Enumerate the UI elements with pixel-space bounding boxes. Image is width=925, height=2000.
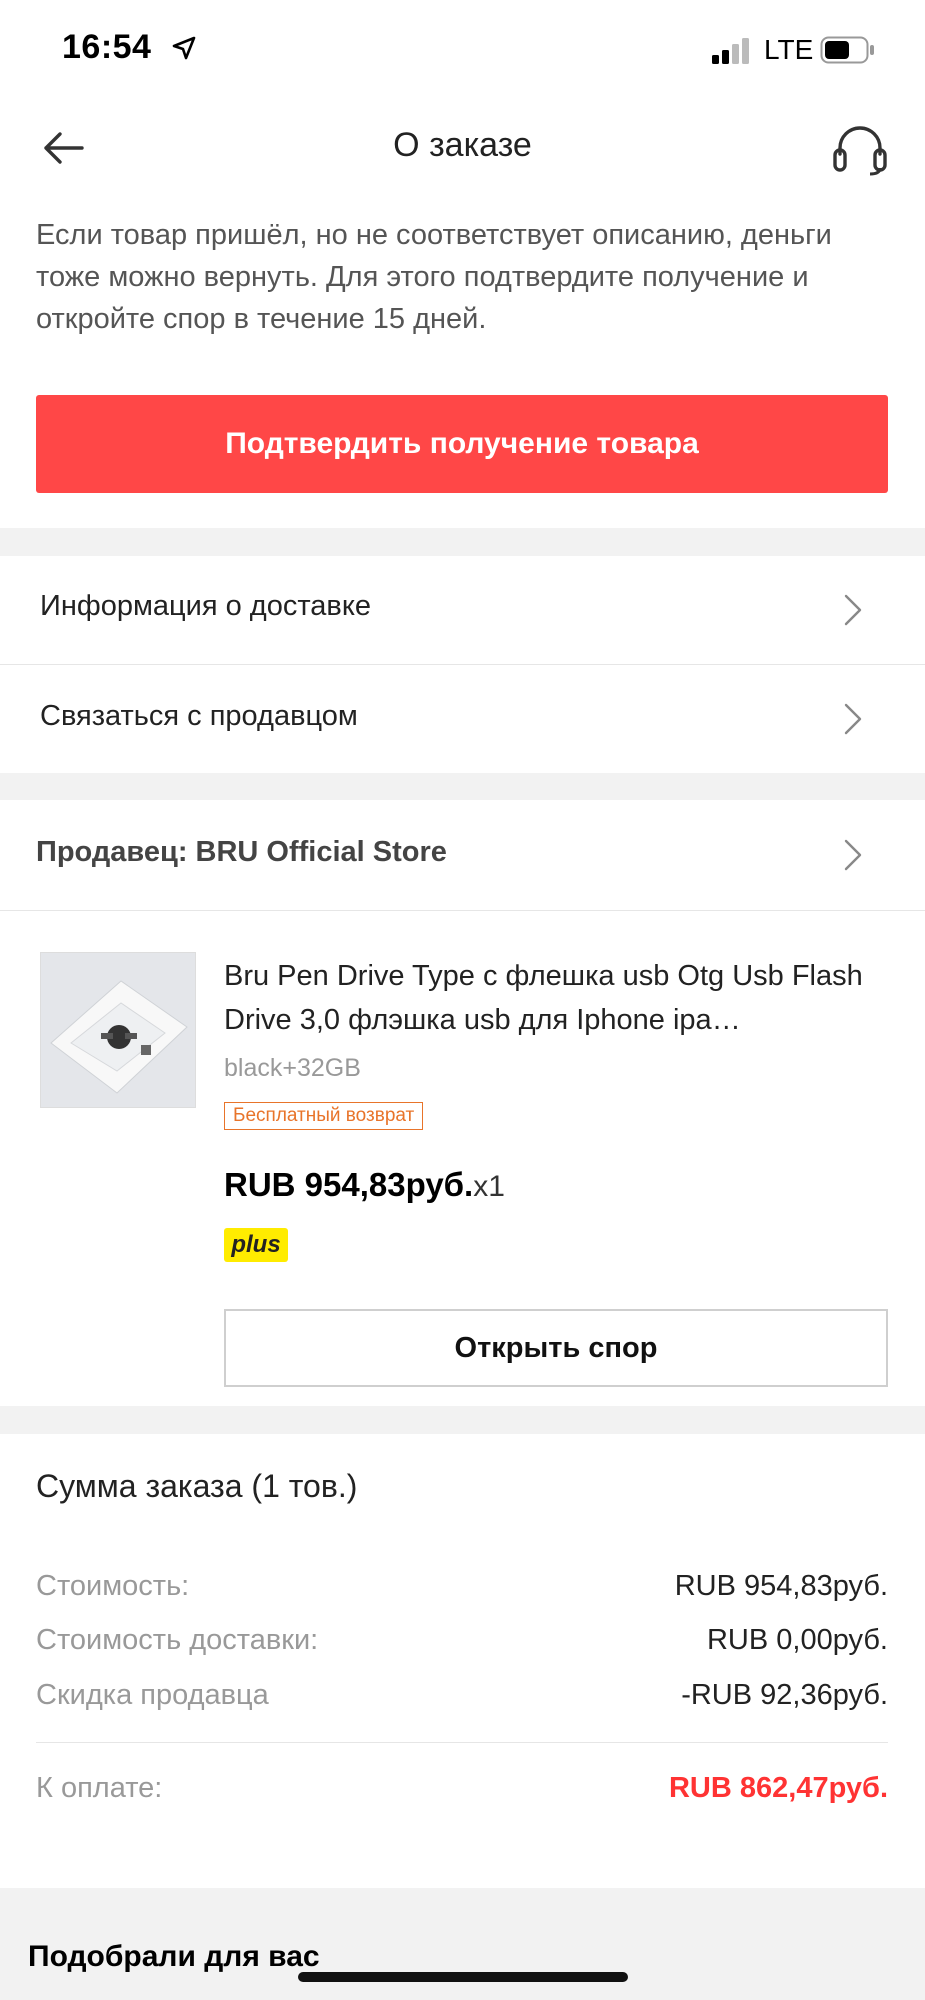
- chevron-right-icon: [844, 703, 862, 735]
- return-notice-text: Если товар пришёл, но не соответствует о…: [36, 219, 832, 335]
- network-type: LTE: [764, 34, 814, 65]
- delivery-info-label: Информация о доставке: [40, 590, 371, 622]
- location-arrow-icon: [172, 36, 196, 60]
- cost-value: RUB 954,83руб.: [674, 1570, 888, 1602]
- plus-badge: plus: [224, 1228, 288, 1262]
- chevron-right-icon: [844, 594, 862, 626]
- product-image[interactable]: [40, 952, 196, 1108]
- price-value: RUB 954,83руб.: [224, 1166, 474, 1203]
- seller-discount-label: Скидка продавца: [36, 1679, 269, 1711]
- divider: [36, 1742, 888, 1743]
- cost-label: Стоимость:: [36, 1570, 190, 1602]
- confirm-receipt-button[interactable]: Подтвердить получение товара: [36, 395, 888, 493]
- total-label: К оплате:: [36, 1772, 163, 1804]
- product-price: RUB 954,83руб.x1: [224, 1166, 505, 1204]
- recommendations-title: Подобрали для вас: [28, 1940, 320, 1973]
- open-dispute-button[interactable]: Открыть спор: [224, 1309, 888, 1387]
- page-title: О заказе: [393, 126, 532, 164]
- status-time: 16:54: [62, 28, 152, 66]
- chevron-right-icon[interactable]: [843, 838, 863, 872]
- summary-title: Сумма заказа (1 тов.): [36, 1468, 358, 1504]
- total-value: RUB 862,47руб.: [668, 1772, 888, 1804]
- product-variant: black+32GB: [224, 1054, 361, 1082]
- contact-seller-label: Связаться с продавцом: [40, 700, 358, 732]
- seller-name[interactable]: Продавец: BRU Official Store: [36, 836, 447, 869]
- headset-support-icon[interactable]: [832, 124, 888, 176]
- usb-drive-package-icon: [41, 953, 195, 1107]
- home-indicator[interactable]: [298, 1972, 628, 1982]
- quantity: x1: [473, 1170, 505, 1203]
- shipping-label: Стоимость доставки:: [36, 1624, 319, 1656]
- signal-icon: [712, 38, 749, 64]
- product-title[interactable]: Bru Pen Drive Type с флешка usb Otg Usb …: [224, 954, 884, 1042]
- battery-icon: [820, 36, 874, 64]
- shipping-value: RUB 0,00руб.: [706, 1624, 888, 1656]
- seller-discount-value: -RUB 92,36руб.: [681, 1679, 888, 1711]
- divider: [0, 910, 925, 911]
- free-return-badge: Бесплатный возврат: [224, 1102, 424, 1130]
